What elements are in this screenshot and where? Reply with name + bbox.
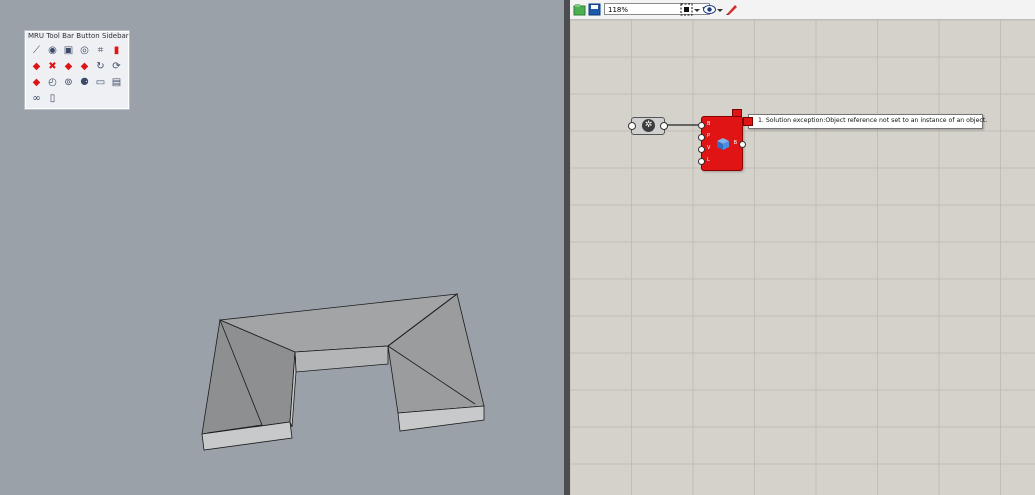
error-message: 1. Solution exception:Object reference n… bbox=[758, 117, 988, 124]
sketch-pen-icon[interactable] bbox=[725, 3, 738, 16]
red-car-icon[interactable]: ◆ bbox=[61, 59, 76, 74]
red-cylinder-icon[interactable]: ▮ bbox=[109, 43, 124, 58]
param-output-grip[interactable] bbox=[660, 122, 668, 130]
zoom-value: 118% bbox=[608, 6, 629, 14]
input-label: L bbox=[707, 157, 710, 163]
new-document-icon[interactable]: ▯ bbox=[45, 91, 60, 106]
dial-icon[interactable]: ⊚ bbox=[61, 75, 76, 90]
box-icon bbox=[717, 138, 729, 150]
render-sphere-icon[interactable]: ◉ bbox=[45, 43, 60, 58]
input-label: P bbox=[707, 133, 711, 139]
control-points-icon[interactable]: ⌗ bbox=[93, 43, 108, 58]
toolbar-title: MRU Tool Bar Button Sidebar bbox=[28, 32, 129, 40]
spheres-icon[interactable]: ⚈ bbox=[77, 75, 92, 90]
tool-grid: ⟋ ◉ ▣ ◎ ⌗ ▮ ◆ ✖ ◆ ◆ ↻ ⟳ ◆ ◴ ⊚ ⚈ ▭ ▤ ∞ ▯ bbox=[29, 43, 125, 107]
output-label: B bbox=[733, 140, 737, 146]
boolean-union-icon[interactable]: ◎ bbox=[77, 43, 92, 58]
input-label: V bbox=[707, 145, 711, 151]
component-output-grip[interactable] bbox=[739, 141, 746, 148]
input-label: B bbox=[707, 121, 711, 127]
rhino-viewport[interactable]: MRU Tool Bar Button Sidebar ⟋ ◉ ▣ ◎ ⌗ ▮ ◆ ✖ ◆ ◆ ↻ ⟳… bbox=[0, 0, 564, 495]
red-car-icon[interactable]: ✖ bbox=[45, 59, 60, 74]
geometry-param-icon: ✲ bbox=[642, 119, 655, 132]
red-car-icon[interactable]: ◆ bbox=[29, 59, 44, 74]
chevron-down-icon[interactable] bbox=[717, 3, 723, 16]
chevron-down-icon[interactable] bbox=[694, 3, 700, 16]
red-car-icon[interactable]: ◆ bbox=[77, 59, 92, 74]
component-input-grip[interactable] bbox=[698, 122, 705, 129]
error-tooltip: 1. Solution exception:Object reference n… bbox=[743, 114, 987, 129]
open-file-icon[interactable] bbox=[573, 3, 586, 16]
grasshopper-canvas[interactable]: 118% ▼ ✲ B P bbox=[570, 0, 1035, 495]
save-icon[interactable] bbox=[588, 3, 601, 16]
polyline-icon[interactable]: ⟋ bbox=[29, 43, 44, 58]
geometry-param-node[interactable]: ✲ bbox=[628, 117, 668, 135]
open-folder-icon[interactable]: ▭ bbox=[93, 75, 108, 90]
preview-eye-icon[interactable] bbox=[703, 3, 716, 16]
error-icon bbox=[743, 117, 753, 126]
box-icon[interactable]: ▣ bbox=[61, 43, 76, 58]
mru-toolbar-panel[interactable]: MRU Tool Bar Button Sidebar ⟋ ◉ ▣ ◎ ⌗ ▮ ◆ ✖ ◆ ◆ ↻ ⟳… bbox=[24, 30, 130, 110]
component-input-grip[interactable] bbox=[698, 146, 705, 153]
cycle-icon[interactable]: ↻ bbox=[93, 59, 108, 74]
param-input-grip[interactable] bbox=[628, 122, 636, 130]
error-component[interactable]: B P V L B bbox=[698, 116, 746, 171]
group-icon[interactable]: ∞ bbox=[29, 91, 44, 106]
measure-angle-icon[interactable]: ◴ bbox=[45, 75, 60, 90]
zoom-extents-icon[interactable] bbox=[680, 3, 693, 16]
component-input-grip[interactable] bbox=[698, 134, 705, 141]
canvas-grid bbox=[570, 20, 1035, 495]
component-input-grip[interactable] bbox=[698, 158, 705, 165]
gh-canvas-toolbar: 118% ▼ bbox=[570, 0, 1035, 20]
rotate-icon[interactable]: ⟳ bbox=[109, 59, 124, 74]
red-car-icon[interactable]: ◆ bbox=[29, 75, 44, 90]
save-icon[interactable]: ▤ bbox=[109, 75, 124, 90]
